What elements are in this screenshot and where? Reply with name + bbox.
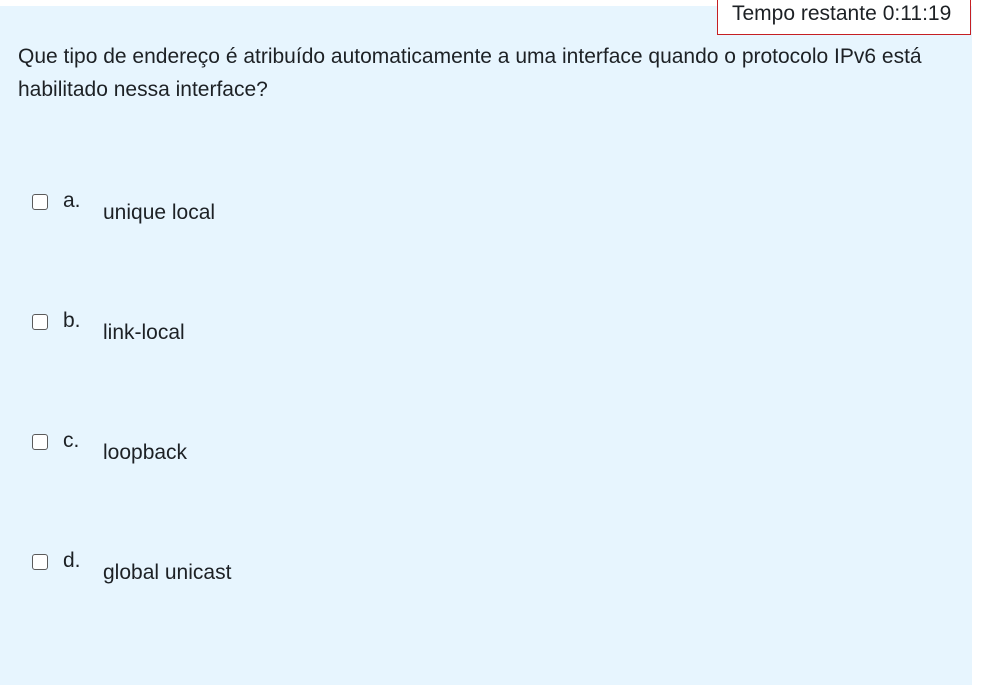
answer-option-c[interactable]: c. loopback [0, 429, 600, 474]
timer-value: 0:11:19 [882, 2, 952, 25]
answer-option-b[interactable]: b. link-local [0, 309, 600, 354]
question-text: Que tipo de endereço é atribuído automat… [18, 45, 922, 101]
answer-label-a[interactable]: unique local [103, 200, 215, 226]
checkbox-b[interactable] [32, 314, 48, 330]
question-panel: Que tipo de endereço é atribuído automat… [0, 6, 972, 685]
answer-label-d[interactable]: global unicast [103, 560, 231, 586]
answer-letter-d: d. [63, 549, 81, 572]
checkbox-a[interactable] [32, 194, 48, 210]
answer-letter-a: a. [63, 189, 81, 212]
answer-letter-b: b. [63, 309, 81, 332]
answer-option-a[interactable]: a. unique local [0, 189, 600, 234]
answer-label-b[interactable]: link-local [103, 320, 185, 346]
time-remaining-box: Tempo restante 0:11:19 [717, 0, 971, 35]
checkbox-c[interactable] [32, 434, 48, 450]
answer-option-d[interactable]: d. global unicast [0, 549, 600, 594]
answer-letter-c: c. [63, 429, 80, 452]
quiz-page: Que tipo de endereço é atribuído automat… [0, 0, 990, 685]
checkbox-d[interactable] [32, 554, 48, 570]
answer-label-c[interactable]: loopback [103, 440, 187, 466]
timer-label: Tempo restante [732, 2, 877, 25]
